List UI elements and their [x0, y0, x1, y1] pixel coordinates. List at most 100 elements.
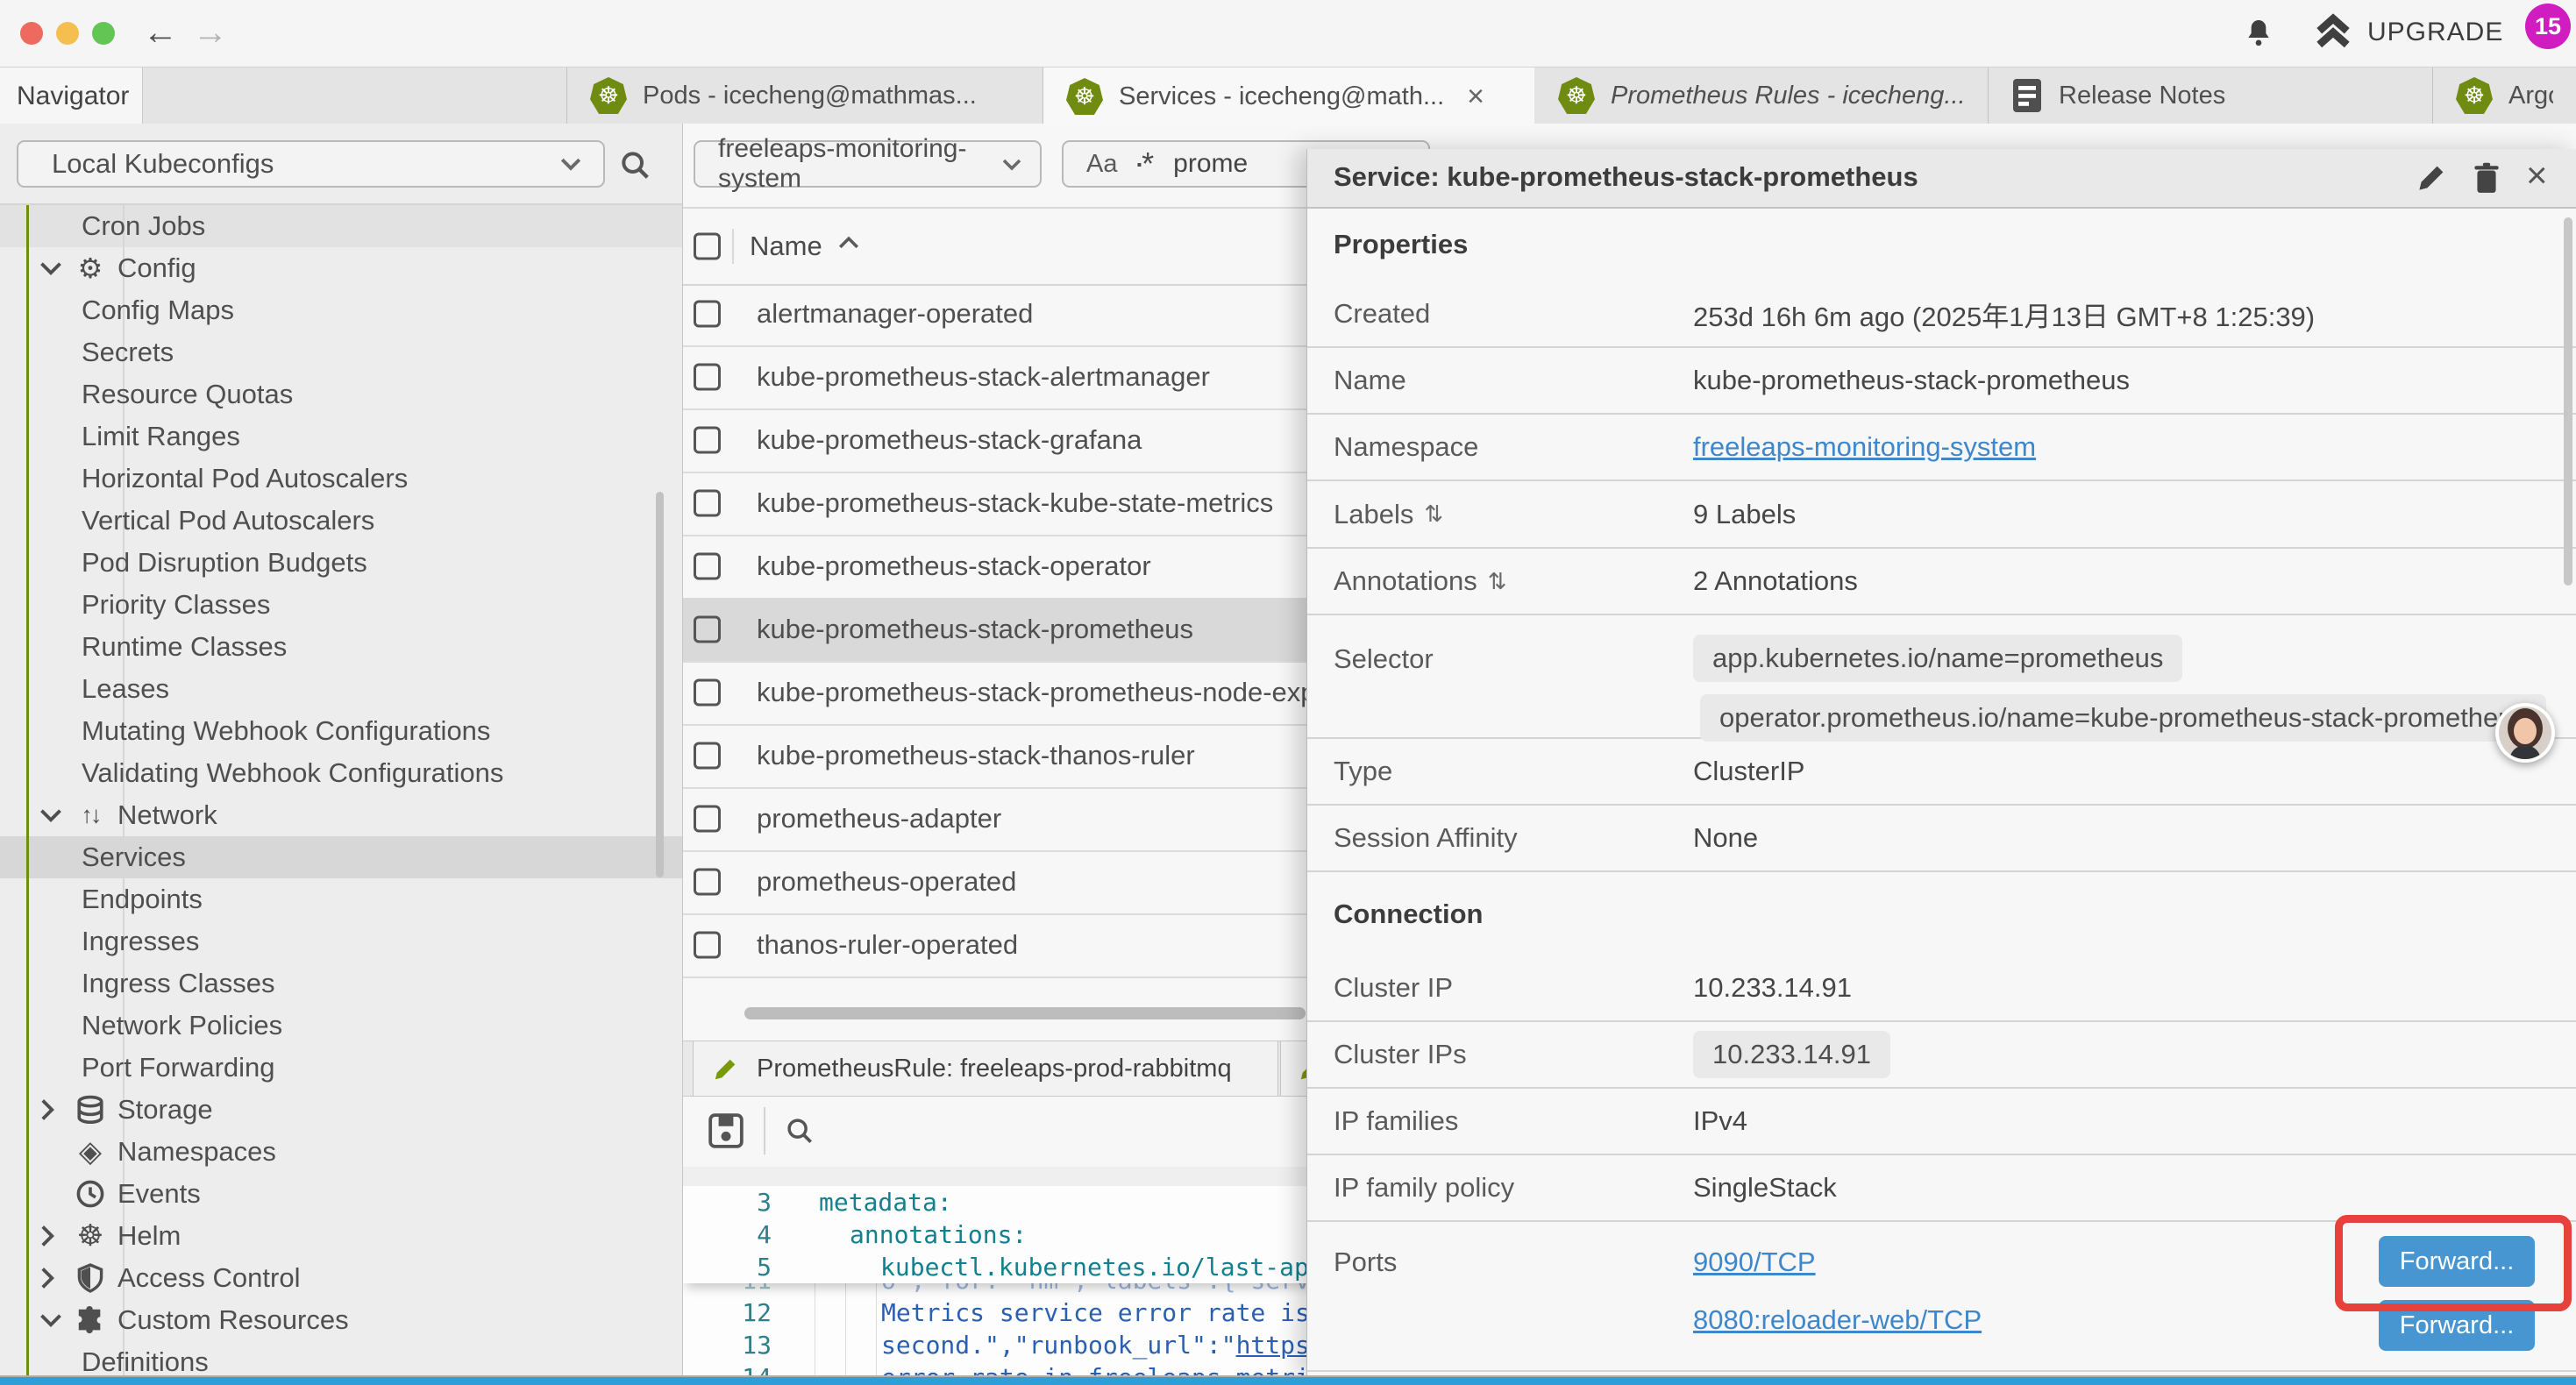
- avatar[interactable]: [2495, 703, 2555, 763]
- row-checkbox[interactable]: [694, 742, 721, 770]
- sort-icon[interactable]: ⇅: [1488, 568, 1507, 595]
- notification-count-badge[interactable]: 15: [2525, 4, 2571, 49]
- sidebar-item-port-forwarding[interactable]: Port Forwarding: [0, 1047, 682, 1089]
- detail-scrollbar-thumb[interactable]: [2564, 217, 2572, 586]
- sidebar-search-icon[interactable]: [618, 148, 653, 183]
- select-all-checkbox[interactable]: [694, 233, 721, 260]
- row-checkbox[interactable]: [694, 553, 721, 580]
- sidebar-item-validating-webhook-configurations[interactable]: Validating Webhook Configurations: [0, 752, 682, 794]
- port-link-9090[interactable]: 9090/TCP: [1693, 1246, 1816, 1278]
- sidebar-item-services[interactable]: Services: [0, 836, 682, 878]
- edit-pencil-icon[interactable]: [2416, 161, 2448, 193]
- sidebar-item-cron-jobs[interactable]: Cron Jobs: [0, 205, 682, 247]
- tab-release-notes[interactable]: Release Notes: [1989, 67, 2433, 124]
- property-row-cluster-ips: Cluster IPs 10.233.14.91: [1307, 1022, 2576, 1089]
- code-line: metadata:: [819, 1188, 952, 1217]
- tab-navigator[interactable]: Navigator: [0, 67, 143, 124]
- table-row[interactable]: kube-prometheus-stack-kube-state-metrics: [683, 472, 1307, 536]
- table-row[interactable]: kube-prometheus-stack-operator: [683, 535, 1307, 600]
- search-query-text: prome: [1173, 149, 1248, 179]
- editor-search-icon[interactable]: [783, 1114, 816, 1147]
- close-tab-icon[interactable]: ×: [1467, 80, 1484, 114]
- sidebar-item-namespaces[interactable]: ◈ Namespaces: [0, 1131, 682, 1173]
- table-row[interactable]: alertmanager-operated: [683, 282, 1307, 347]
- close-window-button[interactable]: [20, 22, 43, 45]
- nav-forward-button[interactable]: →: [193, 15, 228, 50]
- tab-services[interactable]: ☸ Services - icecheng@math... ×: [1043, 67, 1534, 125]
- match-case-toggle[interactable]: Aa: [1086, 150, 1117, 179]
- column-header-name[interactable]: Name: [750, 231, 822, 262]
- namespace-link[interactable]: freeleaps-monitoring-system: [1693, 431, 2036, 463]
- sidebar-item-network-policies[interactable]: Network Policies: [0, 1005, 682, 1047]
- table-row[interactable]: kube-prometheus-stack-thanos-ruler: [683, 724, 1307, 789]
- tab-pods[interactable]: ☸ Pods - icecheng@mathmas...: [566, 67, 1043, 124]
- sidebar-item-pod-disruption-budgets[interactable]: Pod Disruption Budgets: [0, 542, 682, 584]
- sidebar-item-events[interactable]: Events: [0, 1173, 682, 1215]
- table-row[interactable]: prometheus-operated: [683, 850, 1307, 915]
- row-checkbox[interactable]: [694, 679, 721, 707]
- sidebar-group-config[interactable]: ⚙ Config: [0, 247, 682, 289]
- row-checkbox[interactable]: [694, 301, 721, 328]
- sidebar-group-custom-resources[interactable]: Custom Resources: [0, 1299, 682, 1341]
- kubeconfig-selector[interactable]: Local Kubeconfigs: [17, 140, 605, 188]
- table-row-selected[interactable]: kube-prometheus-stack-prometheus: [683, 598, 1307, 663]
- tab-argo[interactable]: ☸ Argo Se: [2433, 67, 2576, 124]
- sidebar-item-secrets[interactable]: Secrets: [0, 331, 682, 373]
- property-row-namespace: Namespace freeleaps-monitoring-system: [1307, 415, 2576, 481]
- sidebar-item-priority-classes[interactable]: Priority Classes: [0, 584, 682, 626]
- sidebar-group-helm[interactable]: ☸ Helm: [0, 1215, 682, 1257]
- sidebar-item-runtime-classes[interactable]: Runtime Classes: [0, 626, 682, 668]
- horizontal-scrollbar-thumb[interactable]: [744, 1007, 1306, 1019]
- sidebar-item-leases[interactable]: Leases: [0, 668, 682, 710]
- sort-icon[interactable]: ⇅: [1424, 501, 1443, 528]
- service-detail-panel: Service: kube-prometheus-stack-prometheu…: [1306, 149, 2576, 1377]
- row-checkbox[interactable]: [694, 869, 721, 896]
- table-row[interactable]: kube-prometheus-stack-grafana: [683, 408, 1307, 473]
- nav-back-button[interactable]: ←: [143, 15, 178, 50]
- kubernetes-icon: ☸: [2456, 77, 2493, 114]
- tab-prometheus-rules[interactable]: ☸ Prometheus Rules - icecheng...: [1535, 67, 1989, 124]
- save-icon[interactable]: [708, 1112, 744, 1149]
- sidebar-group-network[interactable]: ↑↓ Network: [0, 794, 682, 836]
- editor-tab-prometheusrule[interactable]: PrometheusRule: freeleaps-prod-rabbitmq: [693, 1041, 1278, 1096]
- app-window: ← → UPGRADE 15 Navigator ☸ Pods - iceche…: [0, 0, 2576, 1385]
- sidebar-group-access-control[interactable]: Access Control: [0, 1257, 682, 1299]
- row-checkbox[interactable]: [694, 932, 721, 959]
- table-row[interactable]: kube-prometheus-stack-prometheus-node-ex…: [683, 661, 1307, 726]
- sidebar-item-config-maps[interactable]: Config Maps: [0, 289, 682, 331]
- sidebar-item-mutating-webhook-configurations[interactable]: Mutating Webhook Configurations: [0, 710, 682, 752]
- row-checkbox[interactable]: [694, 616, 721, 643]
- sidebar-item-ingresses[interactable]: Ingresses: [0, 920, 682, 962]
- row-checkbox[interactable]: [694, 364, 721, 391]
- table-row[interactable]: prometheus-adapter: [683, 787, 1307, 852]
- navigator-sidebar: Local Kubeconfigs Cron Jobs ⚙ Config Con…: [0, 124, 683, 1377]
- sidebar-item-horizontal-pod-autoscalers[interactable]: Horizontal Pod Autoscalers: [0, 458, 682, 500]
- sidebar-item-limit-ranges[interactable]: Limit Ranges: [0, 416, 682, 458]
- sidebar-item-vertical-pod-autoscalers[interactable]: Vertical Pod Autoscalers: [0, 500, 682, 542]
- sidebar-item-definitions[interactable]: Definitions: [0, 1341, 682, 1377]
- close-panel-icon[interactable]: ×: [2526, 154, 2548, 196]
- sidebar-item-ingress-classes[interactable]: Ingress Classes: [0, 962, 682, 1005]
- labels-count[interactable]: 9 Labels: [1693, 499, 1796, 530]
- sidebar-group-storage[interactable]: Storage: [0, 1089, 682, 1131]
- upgrade-button[interactable]: UPGRADE: [2315, 12, 2503, 53]
- row-checkbox[interactable]: [694, 427, 721, 454]
- delete-trash-icon[interactable]: [2472, 161, 2501, 195]
- table-row[interactable]: thanos-ruler-operated: [683, 913, 1307, 978]
- document-icon: [2011, 77, 2043, 114]
- annotations-count[interactable]: 2 Annotations: [1693, 565, 1858, 597]
- row-checkbox[interactable]: [694, 490, 721, 517]
- sidebar-item-endpoints[interactable]: Endpoints: [0, 878, 682, 920]
- maximize-window-button[interactable]: [92, 22, 115, 45]
- minimize-window-button[interactable]: [56, 22, 79, 45]
- sidebar-scrollbar-thumb[interactable]: [656, 492, 664, 877]
- sidebar-item-resource-quotas[interactable]: Resource Quotas: [0, 373, 682, 416]
- kubernetes-icon: ☸: [1066, 78, 1103, 115]
- table-row[interactable]: kube-prometheus-stack-alertmanager: [683, 345, 1307, 410]
- port-link-8080[interactable]: 8080:reloader-web/TCP: [1693, 1304, 1982, 1336]
- row-checkbox[interactable]: [694, 806, 721, 833]
- notifications-bell-icon[interactable]: [2241, 16, 2276, 51]
- sort-ascending-icon[interactable]: [837, 235, 860, 251]
- namespace-filter-dropdown[interactable]: freeleaps-monitoring-system: [694, 140, 1042, 188]
- regex-toggle[interactable]: ▪*: [1136, 146, 1154, 182]
